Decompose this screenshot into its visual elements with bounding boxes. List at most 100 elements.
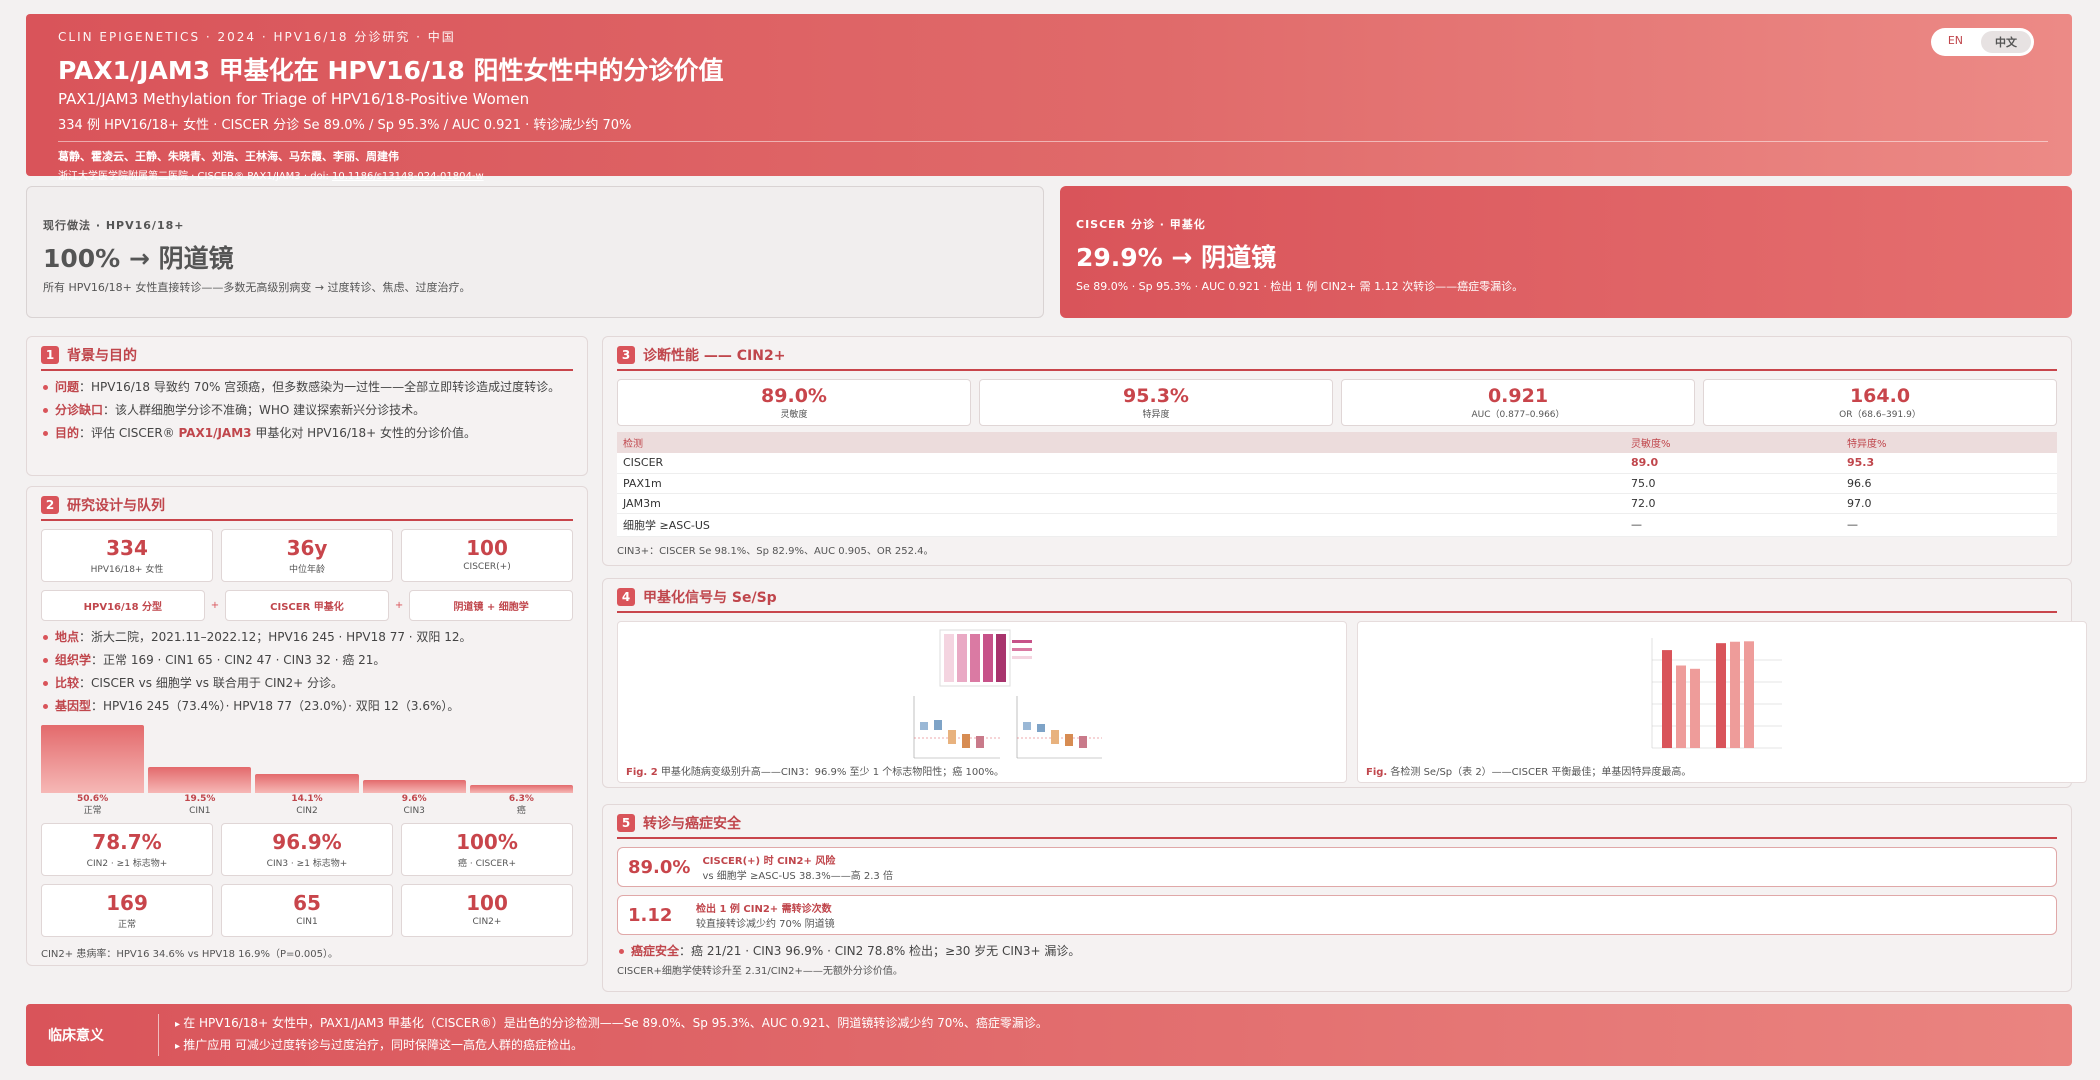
flow-step: 阴道镜 + 细胞学 [409, 590, 573, 621]
clinical-significance-footer: 临床意义 在 HPV16/18+ 女性中，PAX1/JAM3 甲基化（CISCE… [26, 1004, 2072, 1066]
doi-link[interactable]: 10.1186/s13148-024-01804-w [332, 171, 484, 182]
header-divider [58, 141, 2048, 142]
ciscer-triage-kicker: CISCER 分诊 · 甲基化 [1076, 218, 1206, 231]
se-sp-bar [1662, 650, 1672, 748]
histology-bar-label: 19.5% CIN1 [184, 794, 216, 816]
footer-label: 临床意义 [48, 1028, 104, 1044]
risk-card: 1.12 检出 1 例 CIN2+ 需转诊次数 较直接转诊减少约 70% 阴道镜 [617, 895, 2057, 935]
panel-header: 1 背景与目的 [41, 345, 573, 371]
plus-icon: + [210, 600, 220, 611]
histology-bar [255, 774, 359, 793]
background-panel: 1 背景与目的 问题：HPV16/18 导致约 70% 宫颈癌，但多数感染为一过… [26, 336, 588, 476]
poster-page: CLIN EPIGENETICS · 2024 · HPV16/18 分诊研究 … [0, 0, 2100, 1080]
se-sp-bar [1690, 668, 1700, 748]
column-header: 检测 [617, 432, 1625, 453]
cin3-note: CIN3+：CISCER Se 98.1%、Sp 82.9%、AUC 0.905… [617, 545, 934, 557]
figure-2-caption: Fig. 2 甲基化随病变级别升高——CIN3：96.9% 至少 1 个标志物阳… [626, 767, 1005, 778]
cohort-stats: 334 HPV16/18+ 女性 36y 中位年龄 100 CISCER(+) [41, 529, 573, 582]
stat-box: 334 HPV16/18+ 女性 [41, 529, 213, 582]
journal-kicker: CLIN EPIGENETICS · 2024 · HPV16/18 分诊研究 … [58, 30, 456, 44]
footer-line: 推广应用 可减少过度转诊与过度治疗，同时保障这一高危人群的癌症检出。 [175, 1035, 1048, 1057]
list-item: 比较：CISCER vs 细胞学 vs 联合用于 CIN2+ 分诊。 [41, 675, 573, 692]
combination-note: CISCER+细胞学使转诊升至 2.31/CIN2+——无额外分诊价值。 [617, 966, 903, 977]
histology-bar-label: 14.1% CIN2 [291, 794, 323, 816]
section-number: 5 [617, 814, 635, 832]
methylation-figure-image [913, 629, 1102, 759]
study-flow: HPV16/18 分型 + CISCER 甲基化 + 阴道镜 + 细胞学 [41, 590, 573, 621]
flow-step: HPV16/18 分型 [41, 590, 205, 621]
figure-se-sp: Fig. 各检测 Se/Sp（表 2）——CISCER 平衡最佳；单基因特异度最… [1357, 621, 2087, 783]
figure-2: Fig. 2 甲基化随病变级别升高——CIN3：96.9% 至少 1 个标志物阳… [617, 621, 1347, 783]
ciscer-triage-card: CISCER 分诊 · 甲基化 29.9% → 阴道镜 Se 89.0% · S… [1060, 186, 2072, 318]
section-number: 2 [41, 496, 59, 514]
section-number: 4 [617, 588, 635, 606]
histology-bar [148, 766, 252, 793]
current-practice-desc: 所有 HPV16/18+ 女性直接转诊——多数无高级别病变 → 过度转诊、焦虑、… [43, 281, 471, 294]
figure-row: Fig. 2 甲基化随病变级别升高——CIN3：96.9% 至少 1 个标志物阳… [617, 621, 2087, 783]
lang-en-button[interactable]: EN [1934, 31, 1977, 53]
se-sp-bar [1744, 641, 1754, 748]
current-practice-kicker: 现行做法 · HPV16/18+ [43, 219, 185, 232]
footer-line: 在 HPV16/18+ 女性中，PAX1/JAM3 甲基化（CISCER®）是出… [175, 1013, 1048, 1035]
se-sp-bar [1676, 665, 1686, 748]
list-item: 分诊缺口：该人群细胞学分诊不准确；WHO 建议探索新兴分诊技术。 [41, 402, 573, 419]
stat-box: 100 CIN2+ [401, 884, 573, 937]
panel-title: 背景与目的 [67, 348, 137, 364]
kpi-box: 164.0 OR（68.6–391.9） [1703, 379, 2057, 426]
section-number: 1 [41, 346, 59, 364]
current-practice-card: 现行做法 · HPV16/18+ 100% → 阴道镜 所有 HPV16/18+… [26, 186, 1044, 318]
histology-bar-chart [41, 721, 574, 793]
histology-labels: 50.6% 正常 19.5% CIN1 14.1% CIN2 9.6% CIN3 6.3% 癌 [41, 793, 573, 817]
stat-box: 78.7% CIN2 · ≥1 标志物+ [41, 823, 213, 876]
page-title: PAX1/JAM3 甲基化在 HPV16/18 阳性女性中的分诊价值 [58, 56, 724, 85]
stat-box: 169 正常 [41, 884, 213, 937]
histology-bar [41, 725, 145, 793]
design-cohort-panel: 2 研究设计与队列 334 HPV16/18+ 女性 36y 中位年龄 100 CIS… [26, 486, 588, 966]
author-list: 葛静、霍凌云、王静、朱晓青、刘浩、王林海、马东霞、李丽、周建伟 [58, 150, 399, 163]
histology-bar-label: 50.6% 正常 [76, 794, 109, 816]
list-item: 癌症安全：癌 21/21 · CIN3 96.9% · CIN2 78.8% 检… [617, 943, 2057, 960]
stat-box: 65 CIN1 [221, 884, 393, 937]
summary-line: 334 例 HPV16/18+ 女性 · CISCER 分诊 Se 89.0% … [58, 118, 632, 133]
list-item: 目的：评估 CISCER® PAX1/JAM3 甲基化对 HPV16/18+ 女… [41, 425, 573, 442]
list-item: 问题：HPV16/18 导致约 70% 宫颈癌，但多数感染为一过性——全部立即转… [41, 379, 573, 396]
panel-title: 甲基化信号与 Se/Sp [643, 590, 777, 606]
table-row: PAX1m 75.0 96.6 [617, 473, 2057, 494]
figure-se-sp-caption: Fig. 各检测 Se/Sp（表 2）——CISCER 平衡最佳；单基因特异度最… [1366, 767, 1692, 778]
table-row: 细胞学 ≥ASC-US — — [617, 513, 2057, 537]
section-number: 3 [617, 346, 635, 364]
stat-box: 96.9% CIN3 · ≥1 标志物+ [221, 823, 393, 876]
plus-icon: + [394, 600, 404, 611]
histology-bar [362, 780, 466, 793]
se-sp-bar [1730, 641, 1740, 748]
header-banner: CLIN EPIGENETICS · 2024 · HPV16/18 分诊研究 … [26, 14, 2072, 182]
footer-items: 在 HPV16/18+ 女性中，PAX1/JAM3 甲基化（CISCER®）是出… [175, 1013, 1048, 1057]
cohort-list: 地点：浙大二院，2021.11–2022.12；HPV16 245 · HPV1… [41, 629, 573, 715]
kpi-row: 89.0% 灵敏度 95.3% 特异度 0.921 AUC（0.877–0.966） … [617, 379, 2057, 426]
se-sp-bar [1716, 643, 1726, 748]
background-list: 问题：HPV16/18 导致约 70% 宫颈癌，但多数感染为一过性——全部立即转… [41, 379, 573, 442]
diagnostic-performance-panel: 3 诊断性能 —— CIN2+ 89.0% 灵敏度 95.3% 特异度 0.921 A… [602, 336, 2072, 566]
flow-step: CISCER 甲基化 [225, 590, 389, 621]
panel-header: 5 转诊与癌症安全 [617, 813, 2057, 839]
histology-bar-label: 9.6% CIN3 [401, 794, 427, 816]
stat-box: 100% 癌 · CISCER+ [401, 823, 573, 876]
methylation-signal-panel: 4 甲基化信号与 Se/Sp Fig. 2 甲基化随病变级别升高——CIN3：9… [602, 578, 2087, 788]
referral-safety-panel: 5 转诊与癌症安全 89.0% CISCER(+) 时 CIN2+ 风险 vs 细… [602, 804, 2072, 992]
stat-box: 100 CISCER(+) [401, 529, 573, 582]
panel-header: 2 研究设计与队列 [41, 495, 573, 521]
panel-title: 研究设计与队列 [67, 498, 165, 514]
kpi-box: 0.921 AUC（0.877–0.966） [1341, 379, 1695, 426]
column-header: 特异度% [1841, 432, 2057, 453]
affiliation-line: 浙江大学医学院附属第二医院 · CISCER® PAX1/JAM3 · doi:… [58, 167, 2040, 182]
panel-title: 转诊与癌症安全 [643, 816, 741, 832]
panel-header: 3 诊断性能 —— CIN2+ [617, 345, 2057, 371]
affiliation-text: 浙江大学医学院附属第二医院 · CISCER® PAX1/JAM3 · doi: [58, 171, 332, 182]
marker-stats: 78.7% CIN2 · ≥1 标志物+ 96.9% CIN3 · ≥1 标志物+ … [41, 823, 573, 876]
prevalence-note: CIN2+ 患病率：HPV16 34.6% vs HPV18 16.9%（P=0… [41, 949, 338, 960]
histology-bar-label: 6.3% 癌 [508, 794, 534, 816]
language-toggle: EN 中文 [1930, 28, 2034, 56]
lang-zh-button[interactable]: 中文 [1981, 31, 2031, 53]
footer-divider [158, 1014, 159, 1056]
kpi-box: 89.0% 灵敏度 [617, 379, 971, 426]
